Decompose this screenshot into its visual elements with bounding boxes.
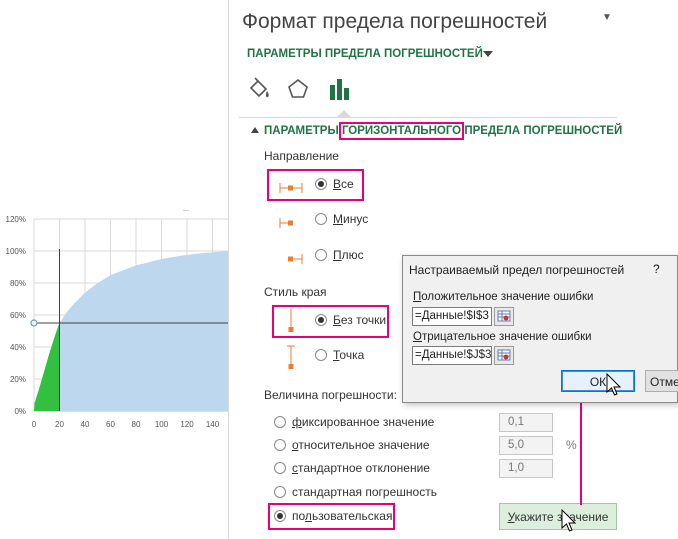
- positive-value-label: Положительное значение ошибки: [413, 291, 594, 303]
- fixed-value-input[interactable]: 0,1: [499, 413, 553, 432]
- chart-svg: 0% 20% 40% 60% 80% 100% 120% 0 20 40 60 80 100 120 14…: [6, 210, 228, 429]
- pane-title: Формат предела погрешностей: [242, 10, 548, 33]
- minus-direction-icon: [279, 218, 293, 228]
- y-tick-label: 100%: [6, 247, 26, 256]
- radio-direction-both-label[interactable]: Все: [333, 177, 354, 191]
- positive-value-input[interactable]: =Данные!$I$3: [412, 307, 492, 326]
- radio-direction-plus-label[interactable]: Плюс: [333, 248, 364, 262]
- radio-amount-fixed[interactable]: [274, 416, 286, 428]
- radio-amount-percentage[interactable]: [274, 439, 286, 451]
- x-tick-label: 80: [132, 420, 141, 429]
- x-tick-label: 140: [206, 420, 220, 429]
- no-cap-icon: [288, 309, 294, 332]
- negative-collapse-button[interactable]: [494, 346, 514, 365]
- cancel-button[interactable]: Отмена: [645, 370, 678, 392]
- data-point-marker: [30, 319, 38, 327]
- effects-icon[interactable]: [285, 76, 311, 102]
- radio-direction-minus[interactable]: [315, 213, 327, 225]
- collapse-caret-icon[interactable]: [251, 127, 259, 133]
- radio-direction-minus-label[interactable]: Минус: [333, 212, 368, 226]
- range-select-icon: [497, 349, 511, 361]
- mouse-cursor-icon: [561, 509, 577, 532]
- pareto-chart: 0% 20% 40% 60% 80% 100% 120% 0 20 40 60 80 100 120 14…: [0, 0, 228, 539]
- radio-end-cap[interactable]: [315, 349, 327, 361]
- y-tick-label: 40%: [10, 343, 26, 352]
- plus-direction-icon: [288, 254, 303, 264]
- negative-value-label: Отрицательное значение ошибки: [413, 331, 592, 343]
- section-title-highlight: ГОРИЗОНТАЛЬНОГО: [338, 122, 465, 140]
- specify-value-button[interactable]: Укажите значение: [499, 503, 617, 530]
- range-select-icon: [497, 310, 511, 322]
- radio-direction-both[interactable]: [315, 178, 327, 190]
- radio-amount-stdev-label[interactable]: стандартное отклонение: [292, 461, 430, 475]
- x-tick-label: 60: [106, 420, 115, 429]
- radio-direction-plus[interactable]: [315, 249, 327, 261]
- x-tick-label: 120: [180, 420, 194, 429]
- error-bar-options-dropdown[interactable]: ПАРАМЕТРЫ ПРЕДЕЛА ПОГРЕШНОСТЕЙ: [247, 48, 483, 60]
- end-style-label: Стиль края: [264, 285, 327, 299]
- y-tick-label: 60%: [10, 311, 26, 320]
- cap-icon: [287, 345, 295, 369]
- fill-line-icon[interactable]: [246, 76, 272, 102]
- section-title[interactable]: ПАРАМЕТРЫ ГОРИЗОНТАЛЬНОГО ПРЕДЕЛА ПОГРЕШ…: [264, 122, 623, 140]
- radio-end-cap-label[interactable]: Точка: [333, 348, 364, 362]
- ok-button[interactable]: ОК: [561, 370, 635, 392]
- negative-value-input[interactable]: =Данные!$J$3: [412, 346, 492, 365]
- dropdown-caret-icon[interactable]: [483, 51, 493, 57]
- error-amount-label: Величина погрешности:: [264, 388, 397, 402]
- pane-divider: [239, 117, 617, 118]
- radio-end-no-cap-label[interactable]: Без точки: [333, 313, 386, 327]
- radio-amount-stderr[interactable]: [274, 486, 286, 498]
- x-tick-label: 0: [32, 420, 37, 429]
- section-title-prefix: ПАРАМЕТРЫ: [264, 125, 342, 137]
- positive-collapse-button[interactable]: [494, 307, 514, 326]
- y-tick-label: 0%: [14, 407, 26, 416]
- stdev-input[interactable]: 1,0: [499, 459, 553, 478]
- percent-sign: %: [566, 438, 577, 452]
- pane-menu-arrow-icon[interactable]: ▼: [602, 12, 612, 23]
- radio-amount-stderr-label[interactable]: стандартная погрешность: [292, 485, 437, 499]
- radio-end-no-cap[interactable]: [315, 314, 327, 326]
- error-bar-options-icon[interactable]: [327, 76, 353, 102]
- percentage-input[interactable]: 5,0: [499, 436, 553, 455]
- y-tick-label: 80%: [10, 279, 26, 288]
- selected-tab-marker: [337, 110, 351, 117]
- x-tick-label: 100: [155, 420, 169, 429]
- dialog-title: Настраиваемый предел погрешностей: [409, 263, 625, 277]
- y-tick-label: 120%: [6, 215, 26, 224]
- radio-amount-custom-label[interactable]: пользовательская: [292, 509, 392, 523]
- mouse-cursor-icon: [606, 373, 622, 396]
- radio-amount-fixed-label[interactable]: фиксированное значение: [292, 415, 434, 429]
- radio-amount-stdev[interactable]: [274, 462, 286, 474]
- x-tick-label: 20: [55, 420, 64, 429]
- chart-border-mark: [183, 210, 189, 211]
- callout-connector-line: [580, 395, 582, 505]
- help-button[interactable]: ?: [653, 262, 660, 276]
- custom-error-bars-dialog: Настраиваемый предел погрешностей ? Поло…: [402, 255, 678, 403]
- radio-amount-custom[interactable]: [274, 510, 286, 522]
- section-title-suffix: ПРЕДЕЛА ПОГРЕШНОСТЕЙ: [461, 125, 623, 137]
- radio-amount-percentage-label[interactable]: относительное значение: [292, 438, 430, 452]
- both-direction-icon: [279, 183, 303, 193]
- y-tick-label: 20%: [10, 375, 26, 384]
- area-series-highlight: [34, 323, 60, 411]
- direction-label: Направление: [264, 149, 339, 163]
- x-tick-label: 40: [81, 420, 90, 429]
